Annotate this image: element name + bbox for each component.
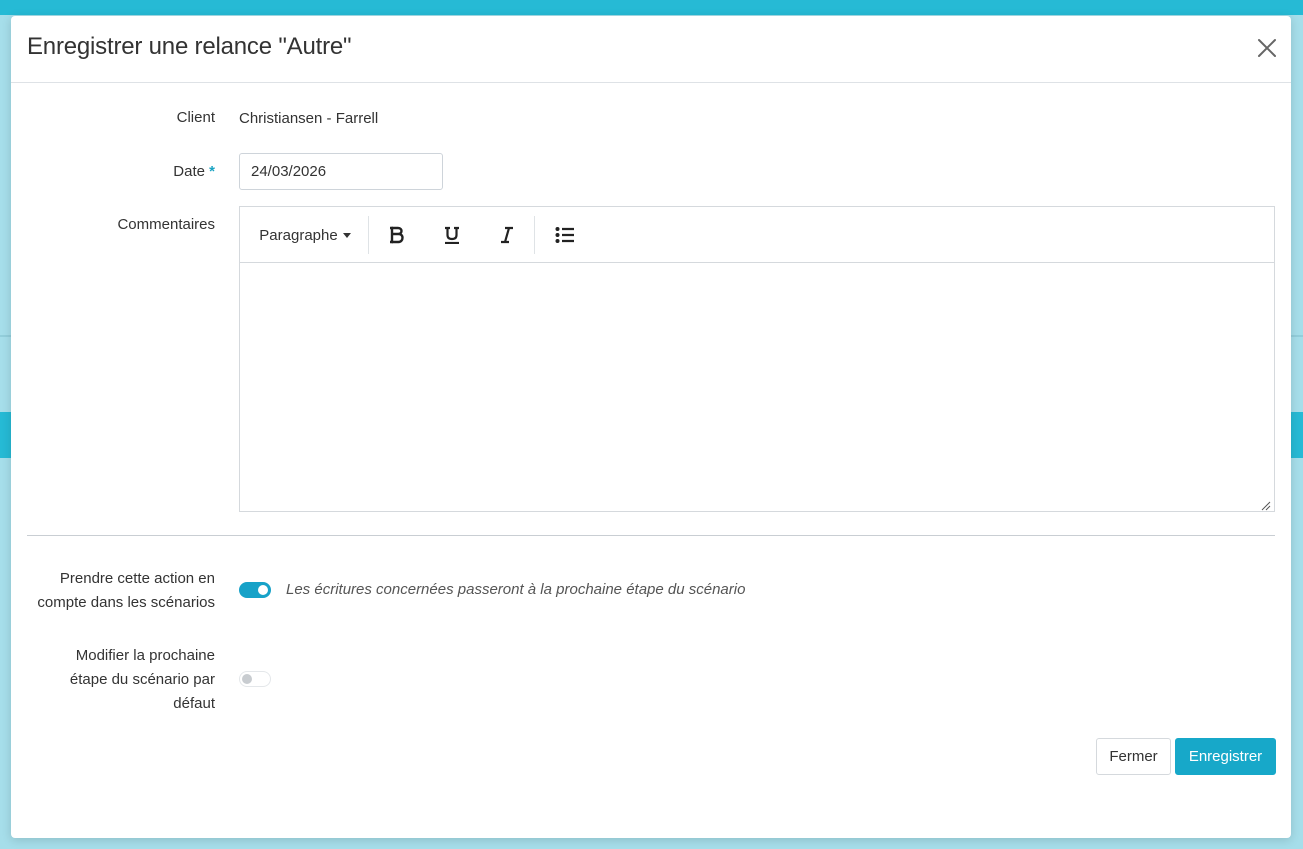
date-label: Date *	[11, 160, 215, 184]
date-label-text: Date	[173, 163, 205, 180]
editor-toolbar: Paragraphe	[240, 207, 1274, 263]
paragraph-format-dropdown[interactable]: Paragraphe	[250, 207, 360, 263]
save-button[interactable]: Enregistrer	[1175, 738, 1276, 775]
next-step-label: Modifier la prochaine étape du scénario …	[11, 644, 215, 716]
scenario-action-label: Prendre cette action en compte dans les …	[11, 567, 215, 615]
scenario-action-toggle[interactable]	[239, 582, 271, 598]
comments-label: Commentaires	[117, 216, 215, 233]
toolbar-divider	[534, 216, 535, 254]
next-step-toggle[interactable]	[239, 671, 271, 687]
section-divider	[27, 535, 1275, 536]
relance-modal: Enregistrer une relance "Autre" Client C…	[11, 16, 1291, 838]
next-step-label-line: Modifier la prochaine	[75, 647, 215, 664]
client-value: Christiansen - Farrell	[239, 110, 379, 127]
next-step-label-line: étape du scénario par	[69, 671, 215, 688]
close-button[interactable]: Fermer	[1096, 738, 1171, 775]
italic-icon[interactable]	[492, 207, 522, 263]
scenario-action-label-line: compte dans les scénarios	[37, 594, 215, 611]
next-step-label-line: défaut	[173, 695, 215, 712]
bullet-list-icon[interactable]	[550, 207, 580, 263]
client-label: Client	[176, 109, 215, 126]
modal-header: Enregistrer une relance "Autre"	[11, 16, 1291, 83]
paragraph-format-label: Paragraphe	[259, 226, 338, 244]
modal-title: Enregistrer une relance "Autre"	[27, 33, 352, 60]
scenario-action-label-line: Prendre cette action en	[59, 570, 215, 587]
editor-content-area[interactable]	[240, 263, 1274, 511]
underline-icon[interactable]	[437, 207, 467, 263]
rich-text-editor: Paragraphe	[239, 206, 1275, 512]
caret-down-icon	[342, 232, 351, 238]
required-marker: *	[209, 163, 215, 180]
toolbar-divider	[368, 216, 369, 254]
close-icon[interactable]	[1255, 36, 1279, 60]
date-input[interactable]	[239, 153, 443, 190]
resize-handle-icon[interactable]	[1261, 498, 1271, 511]
toggle-knob	[242, 674, 252, 684]
bold-icon[interactable]	[382, 207, 412, 263]
toggle-knob	[258, 585, 268, 595]
scenario-action-hint: Les écritures concernées passeront à la …	[286, 581, 746, 598]
